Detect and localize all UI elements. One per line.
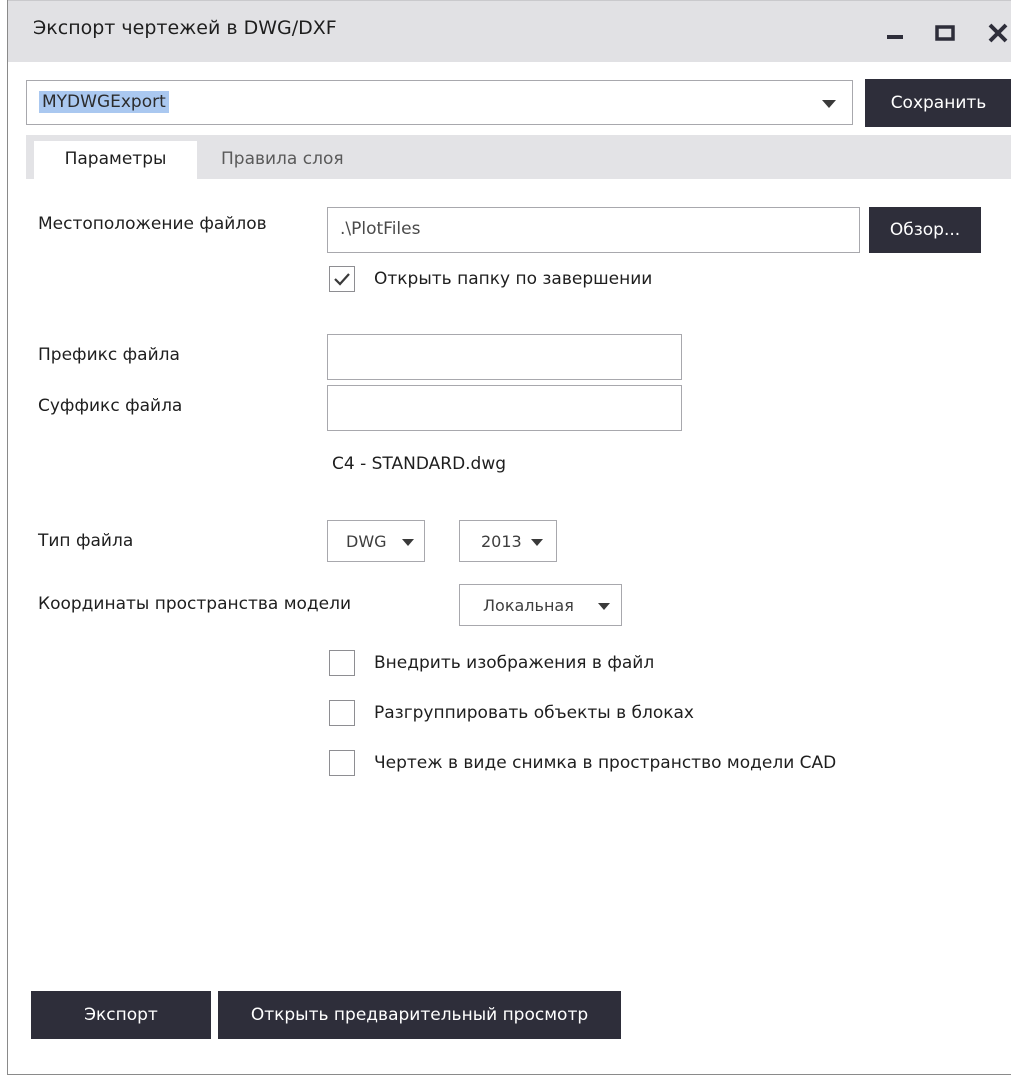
title-bar: Экспорт чертежей в DWG/DXF <box>8 0 1011 62</box>
prefix-label: Префикс файла <box>38 345 180 365</box>
open-folder-label: Открыть папку по завершении <box>374 269 653 289</box>
export-button[interactable]: Экспорт <box>31 991 211 1039</box>
close-button[interactable] <box>984 19 1011 45</box>
snapshot-model-space-label: Чертеж в виде снимка в пространство моде… <box>374 753 837 773</box>
suffix-input[interactable] <box>327 385 682 431</box>
file-format-value: DWG <box>346 532 387 551</box>
file-location-label: Местоположение файлов <box>38 214 267 234</box>
profile-dropdown[interactable]: MYDWGExport <box>26 80 853 125</box>
ungroup-blocks-checkbox[interactable] <box>329 700 355 726</box>
close-icon <box>988 23 1008 43</box>
file-version-value: 2013 <box>481 532 522 551</box>
open-preview-button[interactable]: Открыть предварительный просмотр <box>218 991 621 1039</box>
embed-images-label: Внедрить изображения в файл <box>374 653 655 673</box>
checkmark-icon <box>334 273 350 286</box>
model-coordinates-value: Локальная <box>483 596 574 615</box>
suffix-label: Суффикс файла <box>38 396 183 416</box>
maximize-icon <box>935 25 955 41</box>
file-location-input[interactable]: .\PlotFiles <box>327 207 860 253</box>
tab-bar: Параметры Правила слоя <box>26 135 1011 179</box>
model-coordinates-label: Координаты пространства модели <box>38 594 352 614</box>
minimize-button[interactable] <box>883 19 909 45</box>
save-button[interactable]: Сохранить <box>865 79 1011 127</box>
browse-button[interactable]: Обзор... <box>869 207 981 253</box>
filename-preview: C4 - STANDARD.dwg <box>332 454 507 474</box>
tab-parameters[interactable]: Параметры <box>34 141 197 179</box>
minimize-icon <box>887 35 903 39</box>
profile-value: MYDWGExport <box>39 91 169 113</box>
file-type-label: Тип файла <box>38 531 134 551</box>
ungroup-blocks-label: Разгруппировать объекты в блоках <box>374 703 694 723</box>
tab-layer-rules[interactable]: Правила слоя <box>211 141 401 179</box>
file-format-dropdown[interactable]: DWG <box>327 520 425 562</box>
prefix-input[interactable] <box>327 334 682 380</box>
export-dialog: Экспорт чертежей в DWG/DXF MYDWGExport С… <box>7 0 1011 1075</box>
window-title: Экспорт чертежей в DWG/DXF <box>33 17 337 39</box>
maximize-button[interactable] <box>933 19 959 45</box>
chevron-down-icon <box>598 603 610 610</box>
chevron-down-icon <box>822 100 836 108</box>
snapshot-model-space-checkbox[interactable] <box>329 750 355 776</box>
file-version-dropdown[interactable]: 2013 <box>459 520 557 562</box>
model-coordinates-dropdown[interactable]: Локальная <box>459 584 622 626</box>
chevron-down-icon <box>402 539 414 546</box>
embed-images-checkbox[interactable] <box>329 650 355 676</box>
open-folder-checkbox[interactable] <box>329 266 355 292</box>
chevron-down-icon <box>531 539 543 546</box>
